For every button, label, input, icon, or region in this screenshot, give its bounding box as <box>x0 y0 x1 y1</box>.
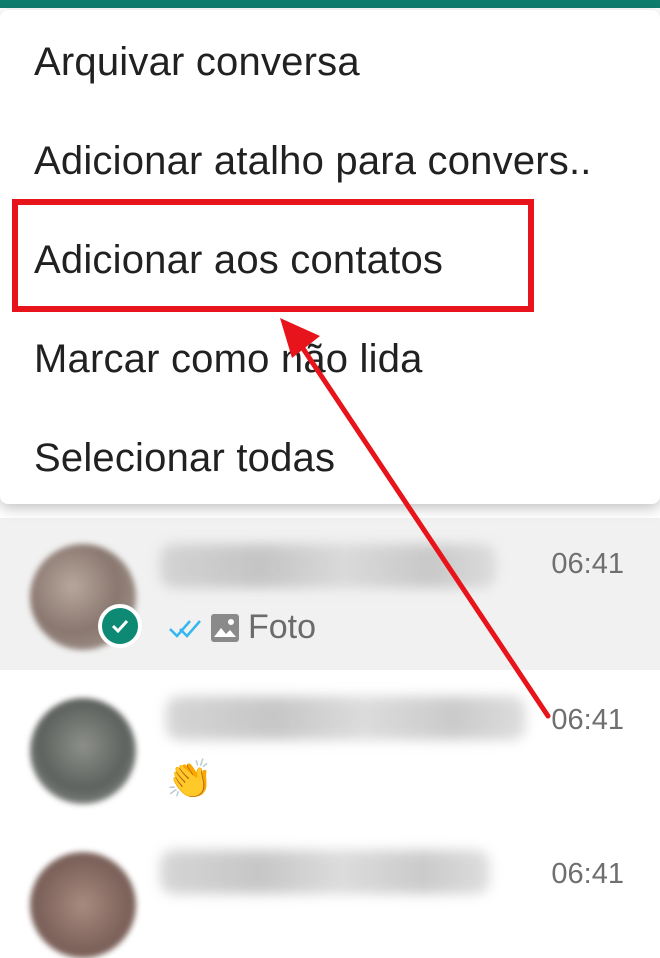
menu-item-mark-unread[interactable]: Marcar como não lida <box>34 337 423 382</box>
chat-preview: Foto <box>168 608 316 647</box>
chat-time: 06:41 <box>551 548 624 580</box>
menu-item-archive-chat[interactable]: Arquivar conversa <box>34 40 360 85</box>
chat-row[interactable]: 06:41 <box>0 670 660 840</box>
chat-preview-emoji: 👏 <box>166 759 214 801</box>
contact-name-blurred <box>166 696 526 740</box>
menu-item-add-shortcut[interactable]: Adicionar atalho para convers.. <box>34 139 592 184</box>
image-icon <box>211 613 239 642</box>
chat-time: 06:41 <box>551 858 624 890</box>
contact-name-blurred <box>160 544 496 588</box>
chat-preview-text: Foto <box>248 608 317 646</box>
selected-check-icon <box>98 604 142 648</box>
chat-row[interactable]: 06:41 <box>0 840 660 958</box>
chat-time: 06:41 <box>551 704 624 736</box>
menu-item-select-all[interactable]: Selecionar todas <box>34 436 335 481</box>
annotation-highlight-box <box>12 199 534 312</box>
double-check-icon <box>169 619 201 638</box>
avatar <box>30 698 136 804</box>
contact-name-blurred <box>160 850 490 894</box>
chat-row[interactable]: 06:41 Foto <box>0 518 660 670</box>
avatar <box>30 852 136 958</box>
